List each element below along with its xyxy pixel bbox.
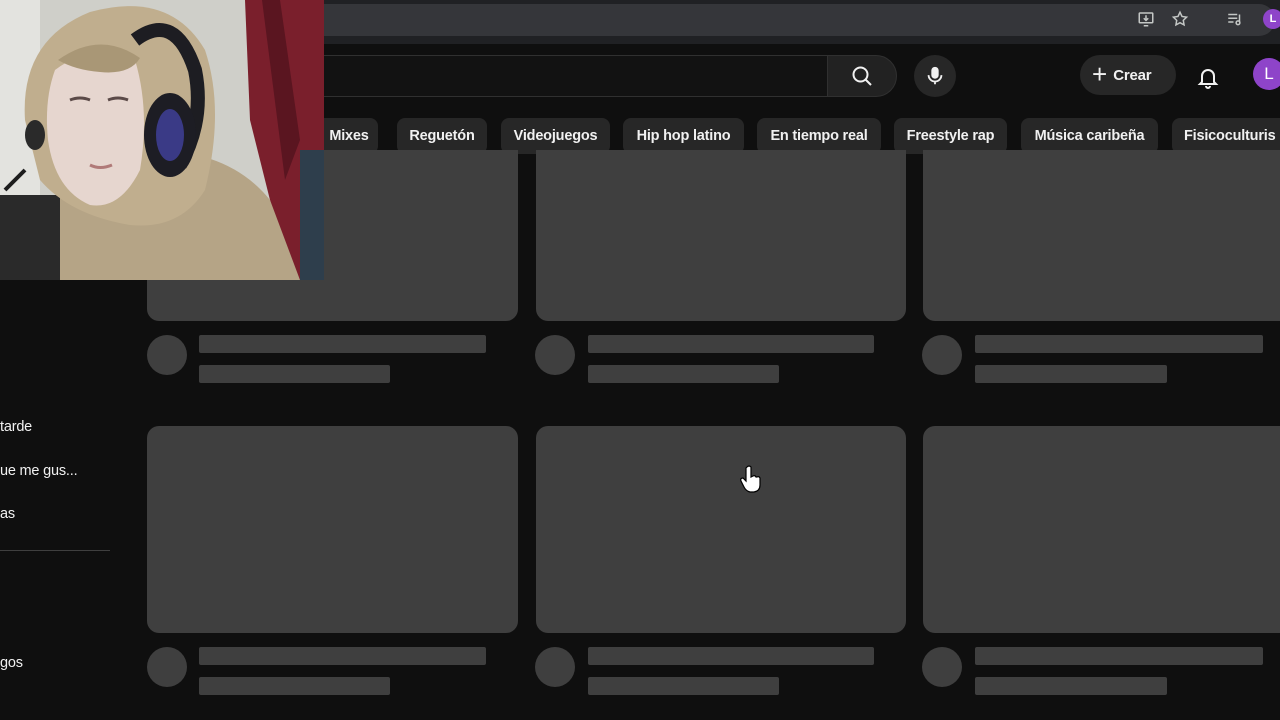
thumbnail-placeholder	[536, 426, 906, 633]
sidebar-item-ver-mas-tarde[interactable]: tarde	[0, 419, 32, 435]
thumbnail-placeholder	[536, 150, 906, 321]
notifications-button[interactable]	[1188, 57, 1228, 97]
title-placeholder	[588, 335, 874, 353]
title-placeholder	[588, 647, 874, 665]
title-placeholder	[199, 335, 486, 353]
voice-search-button[interactable]	[914, 55, 956, 97]
mic-icon	[927, 66, 943, 85]
bell-icon	[1197, 69, 1219, 89]
sidebar-item-videos-que-me-gustan[interactable]: ue me gus...	[0, 463, 78, 479]
chip-hip-hop-latino[interactable]: Hip hop latino	[623, 118, 744, 154]
title-placeholder	[199, 647, 486, 665]
meta-placeholder	[199, 365, 390, 383]
chip-en-tiempo-real[interactable]: En tiempo real	[757, 118, 881, 154]
avatar-placeholder	[147, 335, 187, 375]
chip-fisicoculturismo[interactable]: Fisicoculturis	[1172, 118, 1280, 154]
webcam-overlay	[0, 0, 324, 280]
search-input[interactable]	[250, 55, 828, 97]
meta-placeholder	[588, 677, 779, 695]
avatar-placeholder	[922, 335, 962, 375]
thumbnail-placeholder	[147, 426, 518, 633]
avatar-placeholder	[922, 647, 962, 687]
create-button[interactable]: + Crear	[1080, 55, 1176, 95]
thumbnail-placeholder	[923, 150, 1280, 321]
sidebar-item-mas[interactable]: as	[0, 506, 15, 522]
create-label: Crear	[1113, 66, 1152, 84]
install-app-icon[interactable]	[1135, 8, 1157, 30]
title-placeholder	[975, 647, 1263, 665]
browser-profile-avatar[interactable]: L	[1263, 9, 1280, 29]
chip-musica-caribena[interactable]: Música caribeña	[1021, 118, 1158, 154]
thumbnail-placeholder	[923, 426, 1280, 633]
chip-freestyle-rap[interactable]: Freestyle rap	[894, 118, 1007, 154]
avatar-placeholder	[535, 647, 575, 687]
sidebar-divider	[0, 550, 110, 551]
chip-regueton[interactable]: Reguetón	[397, 118, 487, 154]
streamer-webcam-image	[0, 0, 324, 280]
search-icon	[852, 66, 872, 86]
meta-placeholder	[975, 365, 1167, 383]
meta-placeholder	[975, 677, 1167, 695]
media-queue-icon[interactable]	[1224, 8, 1246, 30]
title-placeholder	[975, 335, 1263, 353]
search-button[interactable]	[827, 55, 897, 97]
address-bar[interactable]	[290, 4, 1275, 36]
hand-cursor-icon	[740, 465, 761, 493]
avatar-placeholder	[147, 647, 187, 687]
avatar[interactable]: L	[1253, 58, 1280, 90]
chip-mixes[interactable]: Mixes	[320, 118, 378, 154]
sidebar-item-videojuegos[interactable]: gos	[0, 655, 23, 671]
star-icon[interactable]	[1169, 8, 1191, 30]
meta-placeholder	[588, 365, 779, 383]
plus-icon: +	[1092, 59, 1108, 89]
chip-videojuegos[interactable]: Videojuegos	[501, 118, 610, 154]
avatar-placeholder	[535, 335, 575, 375]
meta-placeholder	[199, 677, 390, 695]
